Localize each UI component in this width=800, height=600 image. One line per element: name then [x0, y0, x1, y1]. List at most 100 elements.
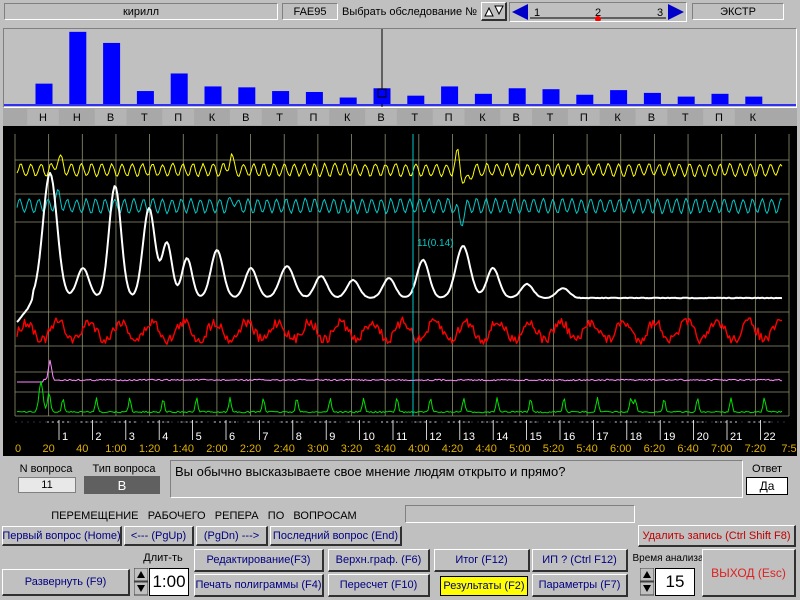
histogram-category-label: П [309, 112, 317, 124]
question-marker-label[interactable]: 4 [162, 431, 168, 443]
x-tick-label: 1:00 [105, 443, 126, 455]
next-question-button[interactable]: (PgDn) ---> [196, 526, 268, 546]
histogram-category-label: Т [141, 112, 148, 124]
x-tick-label: 5:00 [509, 443, 530, 455]
histogram-bar[interactable] [170, 73, 188, 104]
histogram-bar[interactable] [238, 87, 256, 104]
histogram-bar[interactable] [643, 92, 661, 104]
question-marker-label[interactable]: 21 [730, 431, 742, 443]
histogram-bar[interactable] [305, 91, 323, 104]
question-marker-label[interactable]: 22 [763, 431, 775, 443]
exam-page-1[interactable]: 1 [534, 7, 540, 19]
prev-exam-icon[interactable] [512, 4, 528, 20]
exam-selector-track[interactable]: 1 2 3 [509, 2, 687, 22]
question-type-label: Тип вопроса [92, 463, 156, 475]
histogram-bar[interactable] [542, 89, 560, 104]
histogram-bar[interactable] [508, 88, 526, 104]
histogram-categories-svg: ННВТПКВТПКВТПКВТПКВТПК [27, 109, 757, 125]
question-marker-label[interactable]: 6 [229, 431, 235, 443]
results-button[interactable]: Результаты (F2) [440, 576, 528, 596]
delete-record-button[interactable]: Удалить запись (Ctrl Shift F8) [638, 525, 796, 547]
duration-label: Длит-ть [143, 552, 183, 564]
answer-label: Ответ [751, 463, 783, 475]
histogram-category-label: П [715, 112, 723, 124]
first-question-button[interactable]: Первый вопрос (Home) [2, 526, 122, 546]
histogram-bar[interactable] [204, 86, 222, 104]
x-tick-label: 3:00 [307, 443, 328, 455]
question-marker-label[interactable]: 16 [563, 431, 575, 443]
exam-spinner-button[interactable] [481, 2, 507, 21]
question-number-label: N вопроса [19, 463, 73, 475]
histogram-category-label: П [174, 112, 182, 124]
x-tick-label: 6:00 [610, 443, 631, 455]
question-marker-label[interactable]: 11 [396, 431, 407, 443]
histogram-bar[interactable] [272, 91, 290, 104]
duration-spinner-svg [133, 567, 149, 596]
histogram-category-label: К [614, 112, 621, 124]
exam-code: FAE95 [293, 5, 327, 18]
histogram-bar[interactable] [339, 97, 357, 104]
prev-question-button[interactable]: <--- (PgUp) [124, 526, 194, 546]
question-marker-label[interactable]: 2 [95, 431, 101, 443]
histogram-bar[interactable] [373, 88, 391, 104]
question-marker-label[interactable]: 8 [296, 431, 302, 443]
series-red-line [16, 316, 783, 345]
histogram-bar[interactable] [441, 86, 459, 104]
analysis-time-spinner[interactable] [639, 567, 655, 596]
x-tick-label: 5:40 [576, 443, 597, 455]
histogram-bar[interactable] [610, 90, 628, 104]
answer-field: Да [746, 477, 788, 495]
mode-field: ЭКСТР [692, 3, 784, 20]
duration-field[interactable]: 1:00 [149, 568, 189, 596]
histogram-bar[interactable] [407, 95, 425, 104]
x-tick-label: 1:20 [139, 443, 160, 455]
histogram-bar[interactable] [69, 31, 87, 105]
question-marker-label[interactable]: 14 [496, 431, 508, 443]
question-marker-label[interactable]: 13 [463, 431, 475, 443]
question-type-field: В [84, 476, 160, 494]
histogram-bar[interactable] [35, 83, 53, 104]
question-marker-label[interactable]: 15 [530, 431, 542, 443]
question-marker-label[interactable]: 18 [630, 431, 642, 443]
histogram-bar[interactable] [677, 96, 695, 104]
x-tick-label: 1:40 [173, 443, 194, 455]
analysis-time-field[interactable]: 15 [655, 568, 695, 596]
question-marker-label[interactable]: 17 [596, 431, 608, 443]
histogram-category-label: Т [411, 112, 418, 124]
histogram-bar[interactable] [136, 91, 154, 104]
question-marker-label[interactable]: 20 [697, 431, 709, 443]
analysis-spinner-svg [639, 567, 655, 596]
total-button[interactable]: Итог (F12) [434, 549, 530, 572]
parameters-button[interactable]: Параметры (F7) [532, 574, 628, 597]
next-exam-icon[interactable] [668, 4, 684, 20]
x-tick-label: 40 [76, 443, 88, 455]
histogram-category-label: П [580, 112, 588, 124]
print-polygram-button[interactable]: Печать полиграммы (F4) [194, 574, 324, 597]
question-marker-label[interactable]: 19 [663, 431, 675, 443]
question-marker-label[interactable]: 1 [62, 431, 68, 443]
recalc-button[interactable]: Пересчет (F10) [328, 574, 430, 597]
top-graph-button[interactable]: Верхн.граф. (F6) [328, 549, 430, 572]
histogram-bar[interactable] [745, 96, 763, 104]
exam-page-3[interactable]: 3 [657, 7, 663, 19]
expand-button[interactable]: Развернуть (F9) [2, 569, 130, 596]
edit-button[interactable]: Редактирование(F3) [194, 549, 324, 572]
question-marker-label[interactable]: 9 [329, 431, 335, 443]
last-question-button[interactable]: Последний вопрос (End) [270, 526, 402, 546]
question-marker-label[interactable]: 12 [429, 431, 441, 443]
ip-button[interactable]: ИП ? (Ctrl F12) [532, 549, 628, 572]
question-marker-label[interactable]: 10 [363, 431, 375, 443]
x-tick-label: 2:40 [274, 443, 295, 455]
question-marker-label[interactable]: 7 [262, 431, 268, 443]
series-yellow-line [16, 148, 783, 184]
histogram-bar[interactable] [103, 42, 121, 104]
duration-spinner[interactable] [133, 567, 149, 596]
x-tick-label: 7:5 [781, 443, 796, 455]
question-marker-label[interactable]: 5 [196, 431, 202, 443]
exit-button[interactable]: ВЫХОД (Esc) [702, 549, 796, 597]
histogram-category-label: Н [39, 112, 47, 124]
histogram-bar[interactable] [474, 93, 492, 104]
histogram-bar[interactable] [711, 93, 729, 104]
histogram-bar[interactable] [576, 94, 594, 104]
question-marker-label[interactable]: 3 [129, 431, 135, 443]
